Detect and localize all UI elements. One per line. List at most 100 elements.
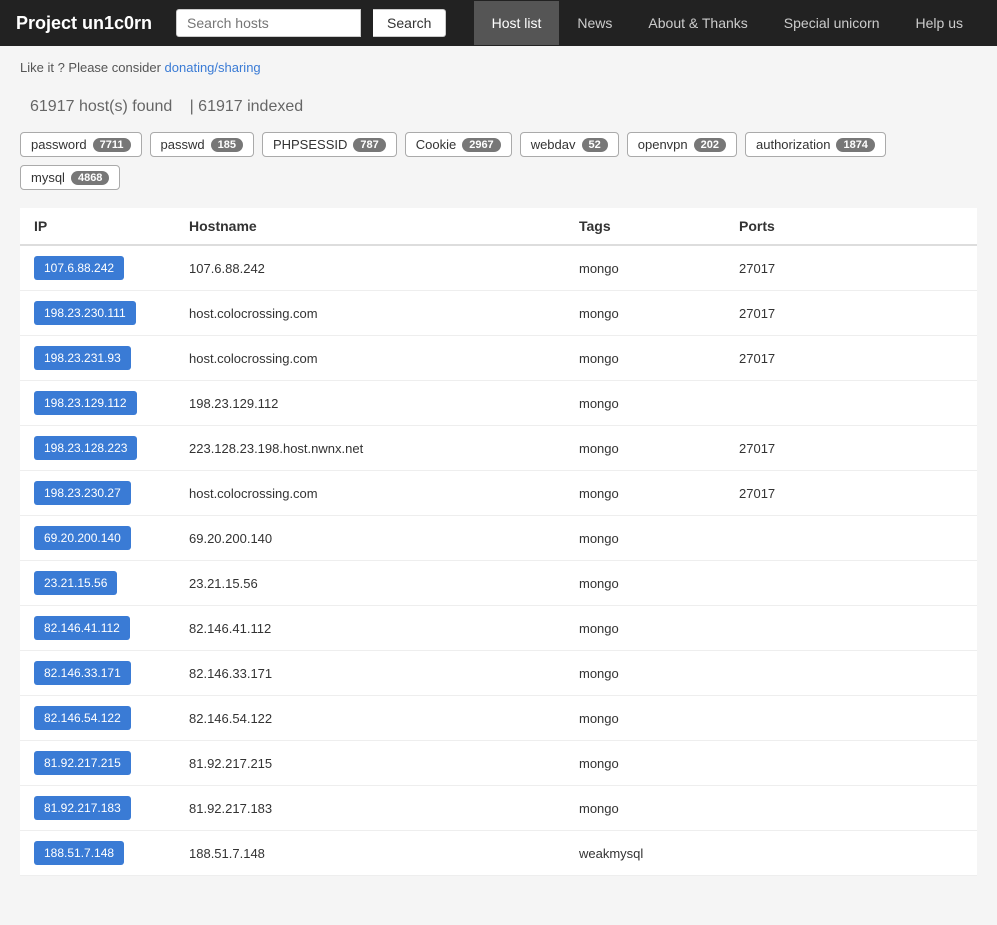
- nav-host-list[interactable]: Host list: [474, 1, 560, 45]
- donate-bar: Like it ? Please consider donating/shari…: [20, 60, 977, 75]
- cell-ip: 82.146.33.171: [20, 651, 175, 696]
- table-row: 198.23.230.27 host.colocrossing.com mong…: [20, 471, 977, 516]
- filter-tag-mysql[interactable]: mysql 4868: [20, 165, 120, 190]
- cell-hostname: 82.146.54.122: [175, 696, 565, 741]
- cell-hostname: 81.92.217.215: [175, 741, 565, 786]
- cell-tags: mongo: [565, 561, 725, 606]
- cell-ports: 27017: [725, 471, 977, 516]
- ip-button[interactable]: 82.146.41.112: [34, 616, 130, 640]
- filter-tag-password[interactable]: password7711: [20, 132, 142, 157]
- ip-button[interactable]: 198.23.129.112: [34, 391, 137, 415]
- cell-ip: 23.21.15.56: [20, 561, 175, 606]
- search-button[interactable]: Search: [373, 9, 446, 37]
- nav-links: Host list News About & Thanks Special un…: [474, 1, 981, 45]
- cell-hostname: 198.23.129.112: [175, 381, 565, 426]
- ip-button[interactable]: 69.20.200.140: [34, 526, 131, 550]
- cell-ports: 27017: [725, 291, 977, 336]
- cell-hostname: host.colocrossing.com: [175, 336, 565, 381]
- cell-ports: [725, 696, 977, 741]
- cell-ip: 198.23.230.111: [20, 291, 175, 336]
- cell-tags: mongo: [565, 786, 725, 831]
- hosts-found-count: 61917 host(s) found: [30, 98, 172, 115]
- ip-button[interactable]: 198.23.230.111: [34, 301, 136, 325]
- cell-hostname: 188.51.7.148: [175, 831, 565, 876]
- cell-ports: [725, 651, 977, 696]
- cell-hostname: 82.146.41.112: [175, 606, 565, 651]
- ip-button[interactable]: 82.146.33.171: [34, 661, 131, 685]
- cell-hostname: 69.20.200.140: [175, 516, 565, 561]
- cell-ports: [725, 561, 977, 606]
- nav-news[interactable]: News: [559, 1, 630, 45]
- cell-hostname: 23.21.15.56: [175, 561, 565, 606]
- table-row: 81.92.217.215 81.92.217.215 mongo: [20, 741, 977, 786]
- filter-tag-authorization[interactable]: authorization1874: [745, 132, 886, 157]
- cell-ports: [725, 786, 977, 831]
- navbar: Project un1c0rn Search Host list News Ab…: [0, 0, 997, 46]
- cell-ports: [725, 516, 977, 561]
- cell-ports: [725, 831, 977, 876]
- cell-tags: mongo: [565, 291, 725, 336]
- ip-button[interactable]: 82.146.54.122: [34, 706, 131, 730]
- cell-ip: 69.20.200.140: [20, 516, 175, 561]
- table-row: 198.23.231.93 host.colocrossing.com mong…: [20, 336, 977, 381]
- table-row: 23.21.15.56 23.21.15.56 mongo: [20, 561, 977, 606]
- nav-help-us[interactable]: Help us: [898, 1, 981, 45]
- search-input[interactable]: [176, 9, 361, 37]
- cell-ip: 82.146.41.112: [20, 606, 175, 651]
- ip-button[interactable]: 198.23.231.93: [34, 346, 131, 370]
- col-header-hostname: Hostname: [175, 208, 565, 245]
- cell-tags: mongo: [565, 471, 725, 516]
- ip-button[interactable]: 188.51.7.148: [34, 841, 124, 865]
- ip-button[interactable]: 81.92.217.183: [34, 796, 131, 820]
- filter-tag-PHPSESSID[interactable]: PHPSESSID787: [262, 132, 397, 157]
- nav-about[interactable]: About & Thanks: [630, 1, 765, 45]
- filter-tag-openvpn[interactable]: openvpn202: [627, 132, 737, 157]
- cell-tags: mongo: [565, 651, 725, 696]
- filter-badge: 185: [211, 138, 243, 152]
- table-row: 82.146.41.112 82.146.41.112 mongo: [20, 606, 977, 651]
- table-row: 69.20.200.140 69.20.200.140 mongo: [20, 516, 977, 561]
- cell-tags: mongo: [565, 426, 725, 471]
- col-header-ip: IP: [20, 208, 175, 245]
- cell-ports: 27017: [725, 426, 977, 471]
- cell-hostname: host.colocrossing.com: [175, 291, 565, 336]
- table-row: 198.23.230.111 host.colocrossing.com mon…: [20, 291, 977, 336]
- cell-ports: 27017: [725, 245, 977, 291]
- filter-tag-webdav[interactable]: webdav 52: [520, 132, 619, 157]
- ip-button[interactable]: 198.23.128.223: [34, 436, 137, 460]
- filter-label: webdav: [531, 137, 576, 152]
- filter-badge: 4868: [71, 171, 109, 185]
- cell-ports: [725, 606, 977, 651]
- ip-button[interactable]: 23.21.15.56: [34, 571, 117, 595]
- table-row: 107.6.88.242 107.6.88.242 mongo 27017: [20, 245, 977, 291]
- donate-link[interactable]: donating/sharing: [165, 60, 261, 75]
- cell-tags: mongo: [565, 606, 725, 651]
- filter-label: mysql: [31, 170, 65, 185]
- cell-tags: mongo: [565, 741, 725, 786]
- cell-hostname: 107.6.88.242: [175, 245, 565, 291]
- cell-ip: 198.23.129.112: [20, 381, 175, 426]
- cell-tags: mongo: [565, 696, 725, 741]
- filter-badge: 1874: [836, 138, 874, 152]
- ip-button[interactable]: 107.6.88.242: [34, 256, 124, 280]
- cell-tags: mongo: [565, 336, 725, 381]
- cell-hostname: 82.146.33.171: [175, 651, 565, 696]
- cell-tags: mongo: [565, 381, 725, 426]
- ip-button[interactable]: 81.92.217.215: [34, 751, 131, 775]
- cell-ports: [725, 741, 977, 786]
- filter-label: openvpn: [638, 137, 688, 152]
- cell-tags: mongo: [565, 245, 725, 291]
- cell-hostname: host.colocrossing.com: [175, 471, 565, 516]
- filter-tag-Cookie[interactable]: Cookie2967: [405, 132, 512, 157]
- table-row: 198.23.129.112 198.23.129.112 mongo: [20, 381, 977, 426]
- ip-button[interactable]: 198.23.230.27: [34, 481, 131, 505]
- cell-hostname: 223.128.23.198.host.nwnx.net: [175, 426, 565, 471]
- cell-ip: 107.6.88.242: [20, 245, 175, 291]
- col-header-tags: Tags: [565, 208, 725, 245]
- nav-special-unicorn[interactable]: Special unicorn: [766, 1, 898, 45]
- filter-tag-passwd[interactable]: passwd185: [150, 132, 254, 157]
- filter-badge: 52: [582, 138, 608, 152]
- cell-ip: 188.51.7.148: [20, 831, 175, 876]
- table-row: 82.146.33.171 82.146.33.171 mongo: [20, 651, 977, 696]
- cell-ip: 81.92.217.183: [20, 786, 175, 831]
